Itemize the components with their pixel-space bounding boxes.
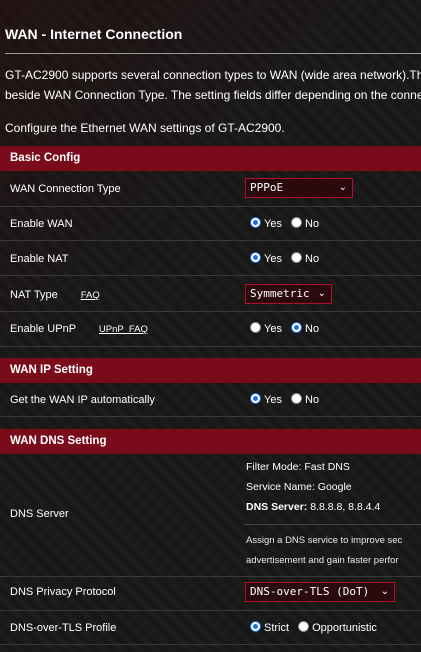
dns-server-list: DNS Server: 8.8.8.8, 8.8.4.4 bbox=[246, 501, 380, 513]
dns-privacy-select[interactable]: DNS-over-TLS (DoT) ⌄ bbox=[245, 582, 395, 602]
row-dot-profile: DNS-over-TLS Profile Strict Opportunisti… bbox=[0, 611, 421, 645]
wan-ip-auto-radios: Yes No bbox=[250, 393, 325, 406]
chevron-down-icon: ⌄ bbox=[380, 586, 389, 597]
nat-type-faq-link[interactable]: FAQ bbox=[81, 290, 100, 301]
description-line-2: beside WAN Connection Type. The setting … bbox=[5, 88, 421, 102]
dot-profile-strict[interactable]: Strict bbox=[250, 621, 289, 634]
enable-wan-yes[interactable]: Yes bbox=[250, 217, 282, 230]
radio-unselected-icon bbox=[291, 217, 303, 228]
dot-profile-label: DNS-over-TLS Profile bbox=[10, 622, 117, 634]
enable-wan-no[interactable]: No bbox=[291, 217, 319, 230]
dns-service-name: Service Name: Google bbox=[246, 481, 352, 493]
dns-filter-mode: Filter Mode: Fast DNS bbox=[246, 461, 350, 473]
chevron-down-icon: ⌄ bbox=[338, 182, 347, 193]
page-title: WAN - Internet Connection bbox=[5, 26, 183, 42]
nat-type-select[interactable]: Symmetric ⌄ bbox=[245, 284, 332, 304]
radio-selected-icon bbox=[250, 217, 261, 228]
enable-wan-label: Enable WAN bbox=[10, 218, 73, 230]
nat-type-label-wrap: NAT Type FAQ bbox=[10, 289, 100, 301]
radio-selected-icon bbox=[250, 393, 261, 404]
row-wan-ip-auto: Get the WAN IP automatically Yes No bbox=[0, 383, 421, 417]
dns-privacy-value: DNS-over-TLS (DoT) bbox=[250, 585, 370, 598]
enable-upnp-label-wrap: Enable UPnP UPnP FAQ bbox=[10, 323, 148, 335]
dns-server-key: DNS Server: bbox=[246, 501, 308, 513]
dns-server-value: 8.8.8.8, 8.8.4.4 bbox=[310, 501, 381, 513]
radio-unselected-icon bbox=[298, 621, 310, 632]
description-line-1: GT-AC2900 supports several connection ty… bbox=[5, 68, 421, 82]
section-wan-dns-setting: WAN DNS Setting bbox=[0, 429, 421, 454]
enable-nat-label: Enable NAT bbox=[10, 253, 69, 265]
row-nat-type: NAT Type FAQ Symmetric ⌄ bbox=[0, 276, 421, 312]
dns-server-label: DNS Server bbox=[10, 508, 69, 520]
title-divider bbox=[5, 53, 421, 54]
section-basic-config: Basic Config bbox=[0, 146, 421, 171]
row-enable-upnp: Enable UPnP UPnP FAQ Yes No bbox=[0, 312, 421, 347]
radio-selected-icon bbox=[250, 621, 261, 632]
dot-profile-radios: Strict Opportunistic bbox=[250, 621, 383, 634]
wan-connection-type-value: PPPoE bbox=[250, 181, 284, 194]
dns-divider bbox=[244, 524, 421, 525]
wan-ip-auto-yes[interactable]: Yes bbox=[250, 393, 282, 406]
radio-unselected-icon bbox=[250, 322, 261, 333]
radio-unselected-icon bbox=[291, 252, 303, 263]
wan-ip-auto-no[interactable]: No bbox=[291, 393, 319, 406]
row-enable-nat: Enable NAT Yes No bbox=[0, 241, 421, 276]
enable-wan-radios: Yes No bbox=[250, 217, 325, 230]
wan-connection-type-select[interactable]: PPPoE ⌄ bbox=[245, 178, 353, 198]
dns-privacy-label: DNS Privacy Protocol bbox=[10, 586, 116, 598]
description-line-3: Configure the Ethernet WAN settings of G… bbox=[5, 121, 285, 135]
enable-nat-yes[interactable]: Yes bbox=[250, 252, 282, 265]
row-wan-connection-type: WAN Connection Type PPPoE ⌄ bbox=[0, 171, 421, 207]
radio-selected-icon bbox=[291, 322, 303, 333]
dns-note-line-2: advertisement and gain faster perfor bbox=[246, 555, 399, 566]
upnp-faq-link[interactable]: UPnP FAQ bbox=[99, 324, 148, 335]
nat-type-value: Symmetric bbox=[250, 287, 310, 300]
enable-upnp-no[interactable]: No bbox=[291, 322, 319, 335]
row-enable-wan: Enable WAN Yes No bbox=[0, 207, 421, 241]
nat-type-label: NAT Type bbox=[10, 289, 58, 301]
chevron-down-icon: ⌄ bbox=[317, 288, 326, 299]
row-dns-privacy: DNS Privacy Protocol DNS-over-TLS (DoT) … bbox=[0, 577, 421, 611]
row-dns-server: DNS Server Filter Mode: Fast DNS Service… bbox=[0, 454, 421, 577]
enable-nat-radios: Yes No bbox=[250, 252, 325, 265]
wan-ip-auto-label: Get the WAN IP automatically bbox=[10, 394, 155, 406]
radio-unselected-icon bbox=[291, 393, 303, 404]
dot-profile-opportunistic[interactable]: Opportunistic bbox=[298, 621, 377, 634]
enable-upnp-yes[interactable]: Yes bbox=[250, 322, 282, 335]
enable-nat-no[interactable]: No bbox=[291, 252, 319, 265]
section-wan-ip-setting: WAN IP Setting bbox=[0, 358, 421, 383]
radio-selected-icon bbox=[250, 252, 261, 263]
enable-upnp-radios: Yes No bbox=[250, 322, 325, 335]
enable-upnp-label: Enable UPnP bbox=[10, 323, 76, 335]
dns-note-line-1: Assign a DNS service to improve sec bbox=[246, 535, 403, 546]
wan-connection-type-label: WAN Connection Type bbox=[10, 183, 121, 195]
